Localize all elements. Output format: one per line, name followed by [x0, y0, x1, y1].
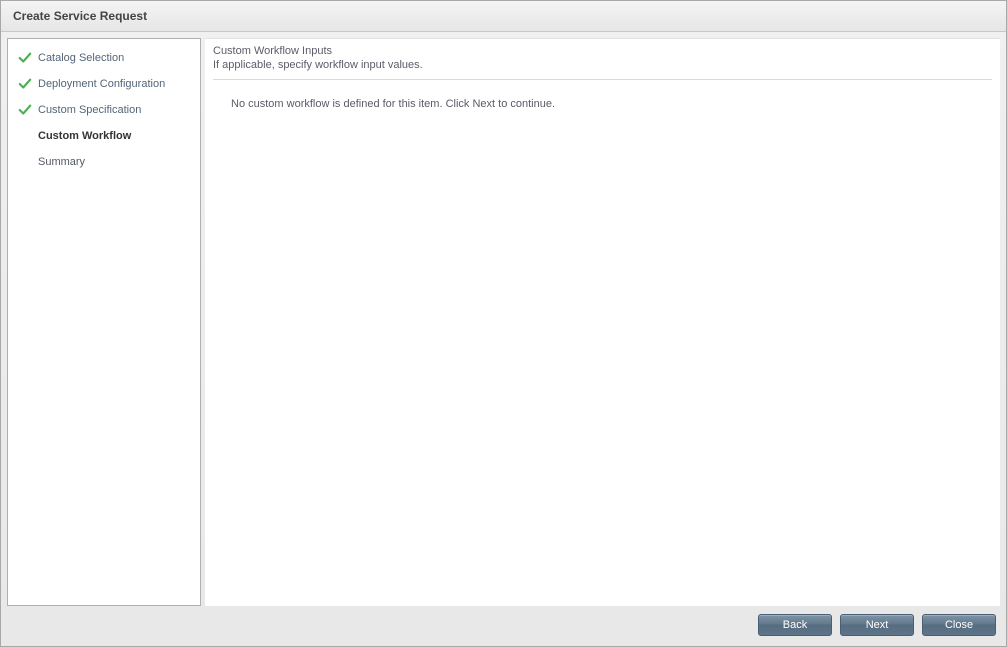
- checkmark-icon: [18, 51, 32, 65]
- blank-icon: [18, 129, 32, 143]
- step-label: Custom Workflow: [38, 130, 131, 142]
- dialog-footer: Back Next Close: [1, 606, 1006, 646]
- create-service-request-dialog: Create Service Request Catalog Selection…: [0, 0, 1007, 647]
- wizard-main-panel: Custom Workflow Inputs If applicable, sp…: [205, 38, 1000, 606]
- step-label: Custom Specification: [38, 104, 141, 116]
- step-custom-specification[interactable]: Custom Specification: [8, 97, 200, 123]
- wizard-steps-sidebar: Catalog Selection Deployment Configurati…: [7, 38, 201, 606]
- next-button[interactable]: Next: [840, 614, 914, 636]
- step-catalog-selection[interactable]: Catalog Selection: [8, 45, 200, 71]
- step-summary[interactable]: Summary: [8, 149, 200, 175]
- main-subheading: If applicable, specify workflow input va…: [213, 59, 992, 71]
- step-label: Summary: [38, 156, 85, 168]
- step-label: Deployment Configuration: [38, 78, 165, 90]
- step-custom-workflow[interactable]: Custom Workflow: [8, 123, 200, 149]
- blank-icon: [18, 155, 32, 169]
- checkmark-icon: [18, 103, 32, 117]
- dialog-title: Create Service Request: [1, 1, 1006, 32]
- main-heading: Custom Workflow Inputs: [213, 45, 992, 57]
- main-body-text: No custom workflow is defined for this i…: [213, 98, 992, 110]
- dialog-body: Catalog Selection Deployment Configurati…: [1, 32, 1006, 606]
- step-deployment-configuration[interactable]: Deployment Configuration: [8, 71, 200, 97]
- close-button[interactable]: Close: [922, 614, 996, 636]
- main-header: Custom Workflow Inputs If applicable, sp…: [213, 45, 992, 80]
- back-button[interactable]: Back: [758, 614, 832, 636]
- step-label: Catalog Selection: [38, 52, 124, 64]
- checkmark-icon: [18, 77, 32, 91]
